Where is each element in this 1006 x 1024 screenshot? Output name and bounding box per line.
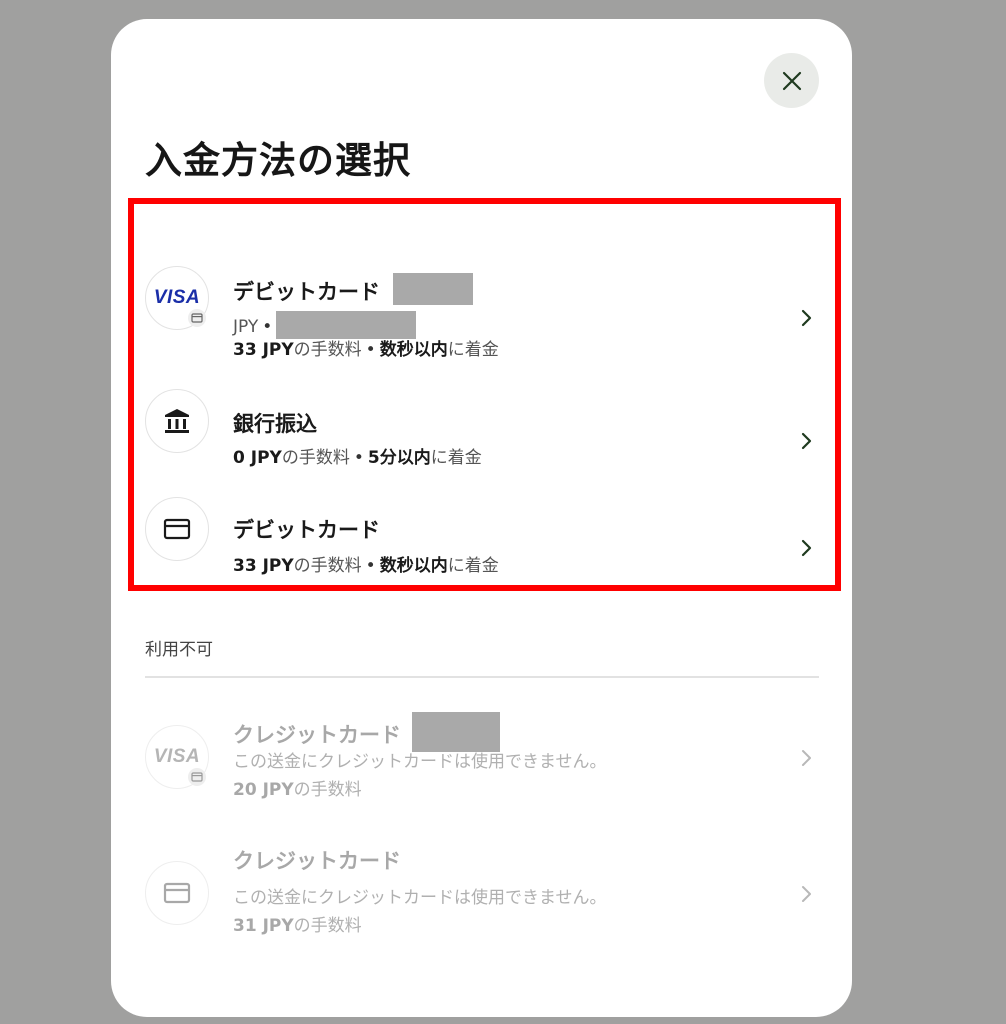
method-fee-line: 0 JPYの手数料 • 5分以内に着金 — [233, 448, 482, 468]
method-row-bank-transfer[interactable]: 銀行振込 0 JPYの手数料 • 5分以内に着金 — [111, 379, 852, 479]
chevron-right-icon — [802, 886, 811, 902]
method-row-debit-card[interactable]: デビットカード 33 JPYの手数料 • 数秒以内に着金 — [111, 487, 852, 587]
card-badge-icon — [188, 309, 206, 327]
unavailable-message: この送金にクレジットカードは使用できません。 — [233, 888, 607, 908]
chevron-right-icon — [802, 750, 811, 766]
method-row-credit-card-disabled: クレジットカード この送金にクレジットカードは使用できません。 31 JPYの手… — [111, 837, 852, 937]
card-icon — [163, 518, 191, 540]
chevron-right-icon — [801, 432, 812, 450]
method-fee-line: 31 JPYの手数料 — [233, 916, 362, 936]
visa-logo: VISA — [145, 266, 209, 330]
redacted-info — [412, 712, 501, 752]
divider — [145, 676, 819, 678]
payment-method-modal: 入金方法の選択 VISA デビットカード JPY • 33 JPYの手数料 • 数秒以… — [111, 19, 852, 1017]
method-title: デビットカード — [233, 273, 474, 305]
close-icon — [782, 71, 801, 90]
visa-logo: VISA — [145, 725, 209, 789]
close-button[interactable] — [764, 53, 819, 108]
method-title: 銀行振込 — [233, 412, 317, 436]
method-account-line: JPY • — [233, 311, 417, 339]
chevron-right-icon — [801, 309, 812, 327]
method-title: クレジットカード — [233, 849, 401, 873]
card-badge-icon — [188, 768, 206, 786]
method-fee-line: 33 JPYの手数料 • 数秒以内に着金 — [233, 556, 499, 576]
method-title: クレジットカード — [233, 712, 501, 752]
redacted-info — [393, 273, 474, 305]
method-fee-line: 20 JPYの手数料 — [233, 780, 362, 800]
method-title: デビットカード — [233, 518, 380, 542]
section-label-unavailable: 利用不可 — [145, 640, 213, 660]
unavailable-message: この送金にクレジットカードは使用できません。 — [233, 752, 607, 772]
card-icon — [163, 882, 191, 904]
method-fee-line: 33 JPYの手数料 • 数秒以内に着金 — [233, 340, 499, 360]
method-row-credit-visa-disabled: VISA クレジットカード この送金にクレジットカードは使用できません。 20 … — [111, 699, 852, 800]
page-title: 入金方法の選択 — [145, 139, 411, 182]
card-icon-container — [145, 497, 209, 561]
method-row-debit-visa[interactable]: VISA デビットカード JPY • 33 JPYの手数料 • 数秒以内に着金 — [111, 249, 852, 360]
card-icon-container — [145, 861, 209, 925]
redacted-account — [276, 311, 417, 339]
bank-icon-container — [145, 389, 209, 453]
chevron-right-icon — [801, 539, 812, 557]
bank-icon — [165, 409, 189, 433]
